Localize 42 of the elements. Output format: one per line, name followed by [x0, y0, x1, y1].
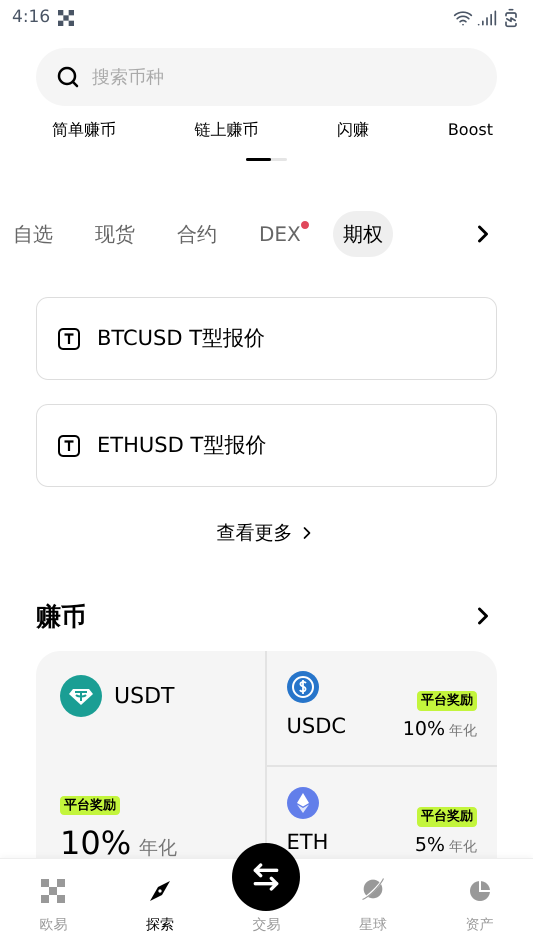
search-bar[interactable]: 搜索币种 [36, 48, 497, 106]
reward-badge: 平台奖励 [417, 807, 477, 826]
quick-link[interactable]: Boost [448, 118, 493, 142]
apr-label: 年化 [449, 722, 477, 740]
apr-value: 10% [402, 716, 445, 742]
diamond-coin-icon [286, 787, 318, 819]
dollar-coin-icon [286, 671, 318, 703]
apr-label: 年化 [139, 836, 178, 858]
option-card[interactable]: BTCUSD T型报价 [36, 297, 497, 380]
logo-icon [58, 10, 74, 26]
quick-link[interactable]: 闪赚 [337, 118, 370, 142]
coin-name: ETH [286, 829, 328, 856]
option-card-title: BTCUSD T型报价 [97, 324, 266, 352]
nav-tab[interactable]: 探索 [106, 859, 214, 948]
market-tab[interactable]: DEX [249, 211, 311, 257]
search-icon [56, 65, 80, 89]
market-tab[interactable]: 现货 [85, 211, 145, 257]
apr-value: 10% [60, 823, 132, 858]
market-tab[interactable]: 自选 [3, 211, 63, 257]
search-field[interactable]: 搜索币种 [92, 64, 477, 90]
signal-icon [477, 8, 497, 28]
section-title: 赚币 [36, 600, 86, 632]
option-card-title: ETHUSD T型报价 [97, 432, 266, 459]
reward-badge: 平台奖励 [417, 691, 477, 710]
option-card[interactable]: ETHUSD T型报价 [36, 404, 497, 487]
market-tab[interactable]: 合约 [167, 211, 227, 257]
compass-icon [148, 879, 172, 903]
pie-chart-icon [468, 879, 492, 903]
market-tab[interactable]: 期权 [332, 211, 393, 257]
tether-coin-icon [60, 675, 102, 717]
status-time: 4:16 [12, 6, 50, 30]
quick-link[interactable]: 链上赚币 [194, 118, 259, 142]
coin-name: USDC [286, 713, 346, 740]
see-more-link[interactable]: 查看更多 [216, 519, 316, 548]
apr-value: 5% [414, 832, 445, 858]
logo-icon [41, 879, 66, 903]
t-square-icon [57, 326, 81, 350]
quick-link[interactable]: 简单赚币 [52, 118, 116, 142]
t-square-icon [57, 434, 81, 458]
reward-badge: 平台奖励 [60, 796, 120, 815]
apr-label: 年化 [449, 838, 477, 856]
coin-name: USDT [114, 682, 174, 710]
